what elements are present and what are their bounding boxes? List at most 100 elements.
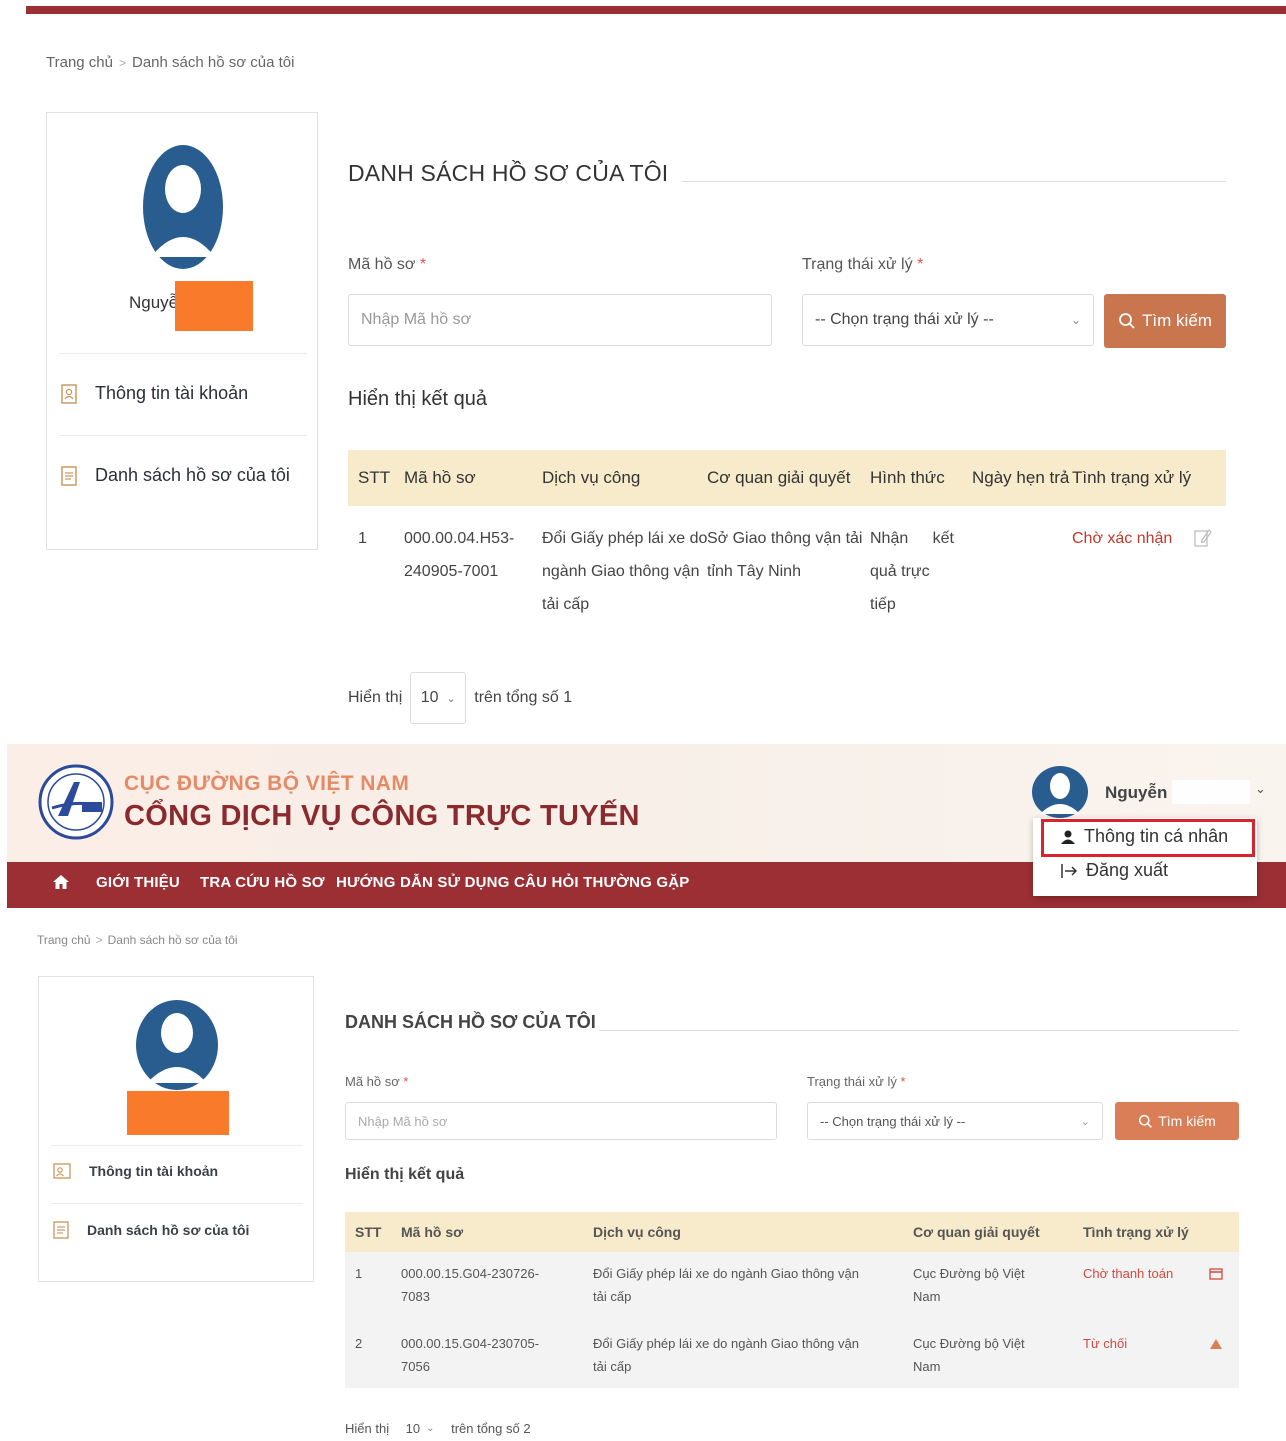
status-badge: Chờ thanh toán — [1083, 1266, 1174, 1281]
status-badge: Chờ xác nhận — [1072, 530, 1173, 547]
code-input[interactable]: Nhập Mã hồ sơ — [345, 1102, 777, 1140]
nav-item-intro[interactable]: GIỚI THIỆU — [96, 874, 180, 891]
title-underline — [682, 181, 1226, 182]
page-size-select[interactable]: 10 ⌄ — [410, 672, 467, 724]
main-content: DANH SÁCH HỒ SƠ CỦA TÔI Mã hồ sơ * Nhập … — [348, 160, 1226, 724]
top-accent-bar — [26, 6, 1286, 14]
col-header-stt: STT — [358, 468, 391, 487]
user-card-icon — [61, 383, 77, 404]
sidebar-item-label: Danh sách hồ sơ của tôi — [95, 465, 290, 485]
page-title: DANH SÁCH HỒ SƠ CỦA TÔI — [348, 160, 669, 186]
col-header-service: Dịch vụ công — [542, 468, 641, 487]
account-sidebar: Thông tin tài khoản Danh sách hồ sơ của … — [38, 976, 314, 1282]
pager-total: trên tổng số 2 — [451, 1420, 531, 1436]
warning-icon[interactable] — [1209, 1338, 1223, 1350]
document-icon — [61, 465, 77, 486]
status-select[interactable]: -- Chọn trạng thái xử lý -- ⌄ — [802, 294, 1094, 346]
status-badge: Từ chối — [1083, 1336, 1128, 1351]
portal-name: CỔNG DỊCH VỤ CÔNG TRỰC TUYẾN — [124, 800, 640, 832]
chevron-down-icon: ⌄ — [1070, 313, 1081, 327]
search-icon — [1139, 1114, 1153, 1128]
menu-item-logout[interactable]: Đăng xuất — [1060, 860, 1168, 881]
result-heading: Hiển thị kết quả — [348, 388, 487, 410]
code-input[interactable]: Nhập Mã hồ sơ — [348, 294, 772, 346]
cell-agency: Sở Giao thông vận tải tỉnh Tây Ninh — [707, 530, 863, 580]
home-icon[interactable] — [52, 873, 70, 891]
sidebar-item-my-records[interactable]: Danh sách hồ sơ của tôi — [61, 465, 290, 486]
sidebar-item-label: Thông tin tài khoản — [95, 383, 249, 403]
page-title-row: DANH SÁCH HỒ SƠ CỦA TÔI — [348, 160, 1226, 187]
col-header-agency: Cơ quan giải quyết — [913, 1224, 1040, 1240]
breadcrumb-current: Danh sách hồ sơ của tôi — [132, 54, 295, 71]
status-label: Trạng thái xử lý * — [802, 256, 924, 273]
avatar-icon — [143, 145, 223, 269]
cell-service: Đổi Giấy phép lái xe do ngành Giao thông… — [593, 1266, 859, 1304]
title-underline — [599, 1030, 1239, 1031]
status-select[interactable]: -- Chọn trạng thái xử lý -- ⌄ — [807, 1102, 1103, 1140]
sidebar-item-my-records[interactable]: Danh sách hồ sơ của tôi — [53, 1221, 249, 1239]
col-header-agency: Cơ quan giải quyết — [707, 468, 851, 487]
redaction-block — [1172, 780, 1250, 804]
col-header-due-date: Ngày hẹn trả — [972, 468, 1070, 487]
redaction-block — [127, 1091, 229, 1135]
col-header-code: Mã hồ sơ — [401, 1224, 464, 1240]
sidebar-item-account-info[interactable]: Thông tin tài khoản — [53, 1163, 218, 1179]
user-card-icon — [53, 1163, 71, 1179]
cell-code: 000.00.04.H53- 240905-7001 — [404, 530, 515, 580]
avatar-icon — [136, 1000, 218, 1090]
col-header-status: Tình trạng xử lý — [1072, 468, 1192, 487]
cell-agency: Cục Đường bộ Việt Nam — [913, 1336, 1025, 1374]
cell-stt: 2 — [355, 1336, 363, 1351]
sidebar-item-account-info[interactable]: Thông tin tài khoản — [61, 383, 248, 404]
nav-item-guide[interactable]: HƯỚNG DẪN SỬ DỤNG — [336, 874, 510, 891]
chevron-down-icon: ⌄ — [446, 692, 456, 705]
cell-code: 000.00.15.G04-230726- 7083 — [401, 1266, 540, 1304]
header-user-name[interactable]: Nguyễn — [1105, 783, 1167, 803]
pager-show-label: Hiển thị — [348, 689, 403, 706]
chevron-down-icon[interactable]: ⌄ — [1255, 781, 1266, 797]
chevron-down-icon: ⌄ — [426, 1422, 435, 1434]
col-header-method: Hình thức — [870, 468, 945, 487]
status-label: Trạng thái xử lý * — [807, 1074, 906, 1089]
code-label: Mã hồ sơ * — [345, 1074, 409, 1089]
code-input-placeholder: Nhập Mã hồ sơ — [361, 311, 472, 328]
cell-service: Đổi Giấy phép lái xe do ngành Giao thông… — [542, 530, 708, 613]
status-select-value: -- Chọn trạng thái xử lý -- — [820, 1113, 966, 1129]
payment-icon[interactable] — [1209, 1268, 1223, 1280]
org-name: CỤC ĐƯỜNG BỘ VIỆT NAM — [124, 772, 410, 795]
main-content: DANH SÁCH HỒ SƠ CỦA TÔI Mã hồ sơ * Nhập … — [345, 1012, 1239, 1436]
pagination: Hiển thị 10 ⌄ trên tổng số 1 — [348, 672, 572, 724]
search-icon — [1119, 313, 1135, 329]
col-header-stt: STT — [355, 1224, 382, 1240]
breadcrumb: Trang chủ > Danh sách hồ sơ của tôi — [46, 54, 295, 71]
pagination: Hiển thị 10 ⌄ trên tổng số 2 — [345, 1414, 531, 1441]
nav-item-faq[interactable]: CÂU HỎI THƯỜNG GẶP — [514, 874, 690, 891]
user-avatar-icon[interactable] — [1030, 766, 1090, 818]
logo-icon[interactable] — [38, 764, 114, 840]
code-label: Mã hồ sơ * — [348, 256, 427, 273]
col-header-service: Dịch vụ công — [593, 1224, 681, 1240]
sidebar-item-label: Danh sách hồ sơ của tôi — [87, 1222, 250, 1238]
status-select-value: -- Chọn trạng thái xử lý -- — [815, 311, 994, 328]
breadcrumb-home[interactable]: Trang chủ — [37, 933, 91, 947]
page-size-select[interactable]: 10 ⌄ — [395, 1414, 445, 1441]
col-header-code: Mã hồ sơ — [404, 468, 476, 487]
breadcrumb-home[interactable]: Trang chủ — [46, 54, 113, 71]
cell-stt: 1 — [358, 530, 367, 547]
document-icon — [53, 1221, 69, 1239]
divider — [51, 1203, 303, 1204]
result-heading: Hiển thị kết quả — [345, 1166, 465, 1183]
pager-show-label: Hiển thị — [345, 1420, 390, 1436]
nav-item-lookup[interactable]: TRA CỨU HỒ SƠ — [200, 874, 325, 891]
table-header: STT Mã hồ sơ Dịch vụ công Cơ quan giải q… — [345, 1212, 1239, 1252]
edit-icon[interactable] — [1194, 528, 1212, 548]
account-sidebar: Nguyễn Thông tin tài khoản Danh sách hồ … — [46, 112, 318, 550]
redaction-block — [175, 281, 253, 331]
divider — [51, 1145, 303, 1146]
search-button[interactable]: Tìm kiếm — [1115, 1102, 1239, 1140]
cell-agency: Cục Đường bộ Việt Nam — [913, 1266, 1025, 1304]
divider — [59, 435, 307, 436]
search-button[interactable]: Tìm kiếm — [1104, 294, 1226, 348]
divider — [59, 353, 307, 354]
code-input-placeholder: Nhập Mã hồ sơ — [358, 1113, 448, 1129]
